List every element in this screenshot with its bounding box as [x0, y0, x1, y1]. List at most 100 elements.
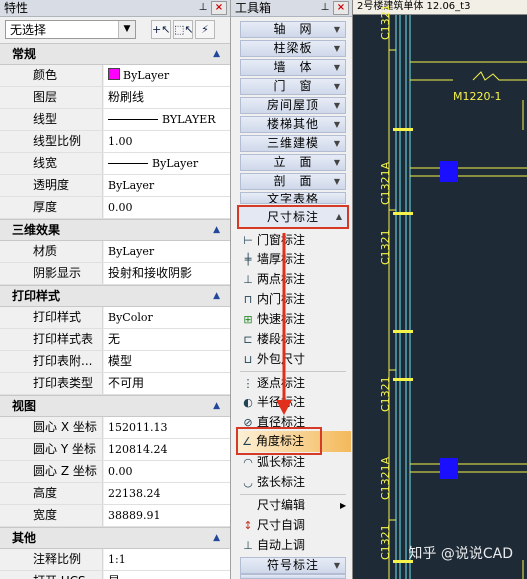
prop-row-layer[interactable]: 图层 粉刷线: [0, 87, 230, 109]
tool-dim-edit[interactable]: 尺寸编辑 ▶: [240, 496, 346, 515]
menu-next[interactable]: [240, 574, 346, 579]
prop-row-annotation-scale[interactable]: 注释比例 1:1: [0, 549, 230, 571]
prop-row-linetype-scale[interactable]: 线型比例 1.00: [0, 131, 230, 153]
prop-value[interactable]: ByColor: [104, 307, 230, 328]
menu-room-roof[interactable]: 房间屋顶 ▼: [240, 97, 346, 114]
close-icon[interactable]: ×: [211, 1, 227, 15]
prop-key: 高度: [0, 483, 103, 504]
prop-row-shadow[interactable]: 阴影显示 投射和接收阴影: [0, 263, 230, 285]
section-view[interactable]: 视图 ▲: [0, 395, 230, 417]
tool-label: 尺寸编辑: [257, 498, 306, 512]
chevron-down-icon: ▼: [333, 63, 341, 72]
prop-value[interactable]: 投射和接收阴影: [104, 263, 230, 284]
menu-label: 立 面: [273, 155, 313, 169]
menu-label: 楼梯其他: [266, 117, 319, 131]
prop-row-ucs-icon[interactable]: 打开 UCS...是: [0, 571, 230, 579]
prop-row-plot-table-type[interactable]: 打印表类型 不可用: [0, 373, 230, 395]
menu-text-table[interactable]: 文字表格: [240, 192, 346, 204]
tool-chord-length[interactable]: ◡ 弦长标注: [240, 473, 305, 492]
prop-value[interactable]: ByLayer: [104, 153, 230, 174]
prop-key: 注释比例: [0, 549, 103, 570]
prop-value[interactable]: 120814.24: [104, 439, 230, 460]
selection-dropdown[interactable]: 无选择 ▼: [5, 20, 136, 39]
menu-wall[interactable]: 墙 体 ▼: [240, 59, 346, 76]
tool-arc-length[interactable]: ◠ 弧长标注: [240, 453, 305, 472]
tool-stair[interactable]: ⊏ 楼段标注: [240, 330, 305, 349]
pin-icon[interactable]: ⊥: [196, 1, 210, 14]
section-general[interactable]: 常规 ▲: [0, 43, 230, 65]
tool-two-point[interactable]: ⊥ 两点标注: [240, 270, 305, 289]
pin-icon[interactable]: ⊥: [318, 1, 332, 14]
tool-point-by-point[interactable]: ⋮ 逐点标注: [240, 374, 306, 393]
tool-auto-up[interactable]: ⊥ 自动上调: [240, 536, 305, 555]
select-objects-icon[interactable]: ⬚↖: [173, 20, 194, 39]
prop-row-plot-style[interactable]: 打印样式 ByColor: [0, 307, 230, 329]
prop-value[interactable]: 1.00: [104, 131, 230, 152]
prop-row-plot-style-table[interactable]: 打印样式表无: [0, 329, 230, 351]
prop-row-lineweight[interactable]: 线宽 ByLayer: [0, 153, 230, 175]
tool-wall-thickness[interactable]: ╪ 墙厚标注: [240, 250, 305, 269]
tool-radius[interactable]: ◐ 半径标注: [240, 393, 305, 412]
prop-value[interactable]: 1:1: [104, 549, 230, 570]
menu-stairs[interactable]: 楼梯其他 ▼: [240, 116, 346, 133]
tool-window-dimension[interactable]: ⊢ 门窗标注: [240, 231, 305, 250]
prop-value[interactable]: BYLAYER: [104, 109, 230, 130]
prop-row-height[interactable]: 高度 22138.24: [0, 483, 230, 505]
collapse-icon[interactable]: ▲: [213, 49, 220, 59]
menu-axis-grid[interactable]: 轴 网 ▼: [240, 21, 346, 38]
collapse-icon[interactable]: ▲: [213, 401, 220, 411]
prop-value[interactable]: ByLayer: [104, 241, 230, 262]
tool-outer[interactable]: ⊔ 外包尺寸: [240, 350, 305, 369]
menu-3d-model[interactable]: 三维建模 ▼: [240, 135, 346, 152]
window-label: C1321: [379, 376, 392, 412]
prop-value[interactable]: ByLayer: [104, 175, 230, 196]
menu-symbol[interactable]: 符号标注 ▼: [240, 557, 346, 574]
prop-row-color[interactable]: 颜色 ByLayer: [0, 65, 230, 87]
quick-select-icon[interactable]: ⚡: [195, 20, 215, 39]
prop-value[interactable]: 不可用: [104, 373, 230, 394]
tool-label: 墙厚标注: [257, 252, 306, 266]
properties-title: 特性: [4, 1, 29, 15]
prop-value[interactable]: 152011.13: [104, 417, 230, 438]
drawing-canvas[interactable]: 2号楼建筑单体 12.06_t3 C1321 M1220-1 C1321A C1…: [353, 0, 527, 579]
toggle-pickadd-icon[interactable]: +↖: [151, 20, 171, 39]
prop-value[interactable]: 38889.91: [104, 505, 230, 526]
prop-value[interactable]: 0.00: [104, 461, 230, 482]
prop-row-transparency[interactable]: 透明度 ByLayer: [0, 175, 230, 197]
collapse-icon[interactable]: ▲: [213, 291, 220, 301]
section-misc[interactable]: 其他 ▲: [0, 527, 230, 549]
prop-row-center-z[interactable]: 圆心 Z 坐标 0.00: [0, 461, 230, 483]
prop-value[interactable]: 无: [104, 329, 230, 350]
prop-value[interactable]: 粉刷线: [104, 87, 230, 108]
menu-elevation[interactable]: 立 面 ▼: [240, 154, 346, 171]
menu-door-window[interactable]: 门 窗 ▼: [240, 78, 346, 95]
prop-value[interactable]: 是: [104, 571, 230, 579]
prop-row-plot-table-attached[interactable]: 打印表附... 模型: [0, 351, 230, 373]
collapse-icon[interactable]: ▲: [213, 533, 220, 543]
collapse-icon[interactable]: ▲: [213, 225, 220, 235]
section-plot-style[interactable]: 打印样式 ▲: [0, 285, 230, 307]
properties-title-bar[interactable]: 特性 ⊥ ×: [0, 0, 230, 17]
close-icon[interactable]: ×: [333, 1, 349, 15]
tool-inner-door[interactable]: ⊓ 内门标注: [240, 290, 305, 309]
prop-row-linetype[interactable]: 线型 BYLAYER: [0, 109, 230, 131]
prop-value[interactable]: 22138.24: [104, 483, 230, 504]
tool-quick[interactable]: ⊞ 快速标注: [240, 310, 305, 329]
prop-value-text: ByLayer: [123, 69, 170, 82]
prop-row-thickness[interactable]: 厚度 0.00: [0, 197, 230, 219]
menu-column-beam[interactable]: 柱梁板 ▼: [240, 40, 346, 57]
chevron-down-icon[interactable]: ▼: [118, 21, 135, 38]
tool-dim-auto-adjust[interactable]: ↕ 尺寸自调: [240, 516, 305, 535]
menu-section[interactable]: 剖 面 ▼: [240, 173, 346, 190]
prop-row-center-y[interactable]: 圆心 Y 坐标 120814.24: [0, 439, 230, 461]
menu-dimension[interactable]: 尺寸标注 ▲: [237, 205, 349, 229]
prop-row-width[interactable]: 宽度 38889.91: [0, 505, 230, 527]
prop-value[interactable]: 0.00: [104, 197, 230, 218]
prop-value[interactable]: ByLayer: [104, 65, 230, 86]
prop-row-center-x[interactable]: 圆心 X 坐标 152011.13: [0, 417, 230, 439]
section-3d-effects[interactable]: 三维效果 ▲: [0, 219, 230, 241]
prop-value[interactable]: 模型: [104, 351, 230, 372]
prop-row-material[interactable]: 材质 ByLayer: [0, 241, 230, 263]
prop-key: 打印样式表: [0, 329, 103, 350]
toolbox-title-bar[interactable]: 工具箱 ⊥ ×: [231, 0, 352, 17]
